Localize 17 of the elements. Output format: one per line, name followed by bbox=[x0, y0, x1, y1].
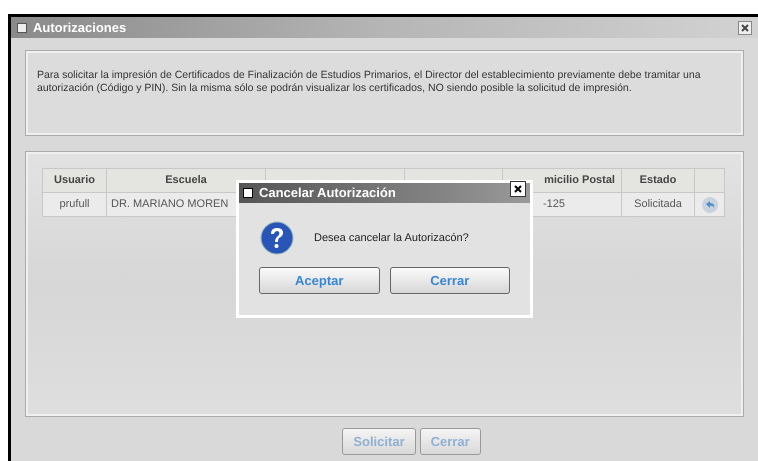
dialog-button[interactable]: Cerrar bbox=[390, 267, 510, 294]
window-icon bbox=[17, 22, 27, 32]
close-button[interactable] bbox=[738, 20, 752, 34]
table-cell: prufull bbox=[42, 192, 106, 216]
table-cell: Solicitada bbox=[622, 192, 694, 216]
undo-icon[interactable] bbox=[700, 196, 718, 214]
question-icon bbox=[260, 221, 294, 255]
close-button[interactable] bbox=[510, 181, 526, 197]
column-header: Estado bbox=[622, 168, 694, 192]
close-icon bbox=[741, 24, 749, 32]
window-title: Autorizaciones bbox=[33, 18, 126, 37]
dialog-message: Desea cancelar la Autorizacón? bbox=[314, 230, 469, 246]
column-header: Usuario bbox=[42, 168, 106, 192]
close-icon bbox=[514, 185, 522, 193]
dialog-button[interactable]: Aceptar bbox=[259, 267, 380, 294]
info-text: Para solicitar la impresión de Certificados de Finalización de Estudios Primarios, el Director del establecimiento previamente debe tramitar una autorización (Código y PIN). Sin la misma sólo se podrán visualizar los certificados, NO siendo posible la solicitud de impresión. bbox=[37, 69, 702, 95]
dialog-icon bbox=[243, 188, 253, 198]
